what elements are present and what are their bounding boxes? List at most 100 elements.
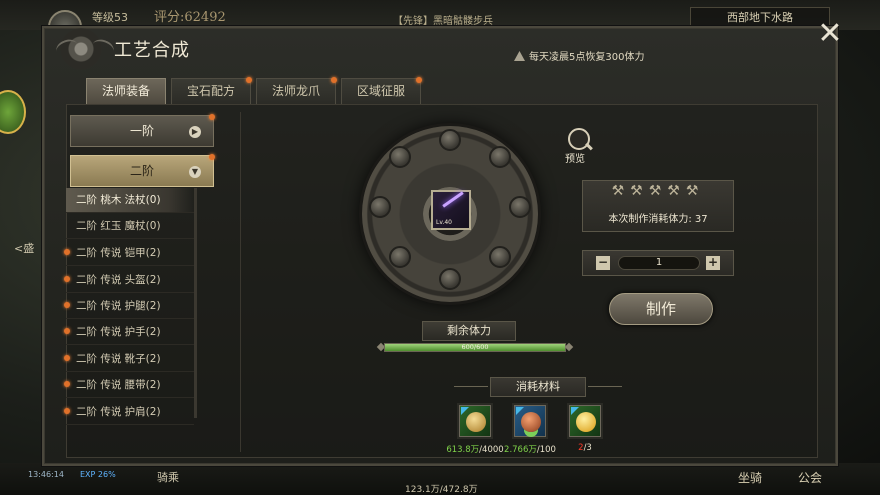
tier-1-header[interactable]: 一阶 ▶ [70,114,215,147]
staff-icon [442,191,464,208]
notification-dot [64,381,70,387]
recipe-label: 二阶 传说 护肩(2) [76,406,161,418]
wheel-socket [439,129,461,151]
materials-header: 消耗材料 [490,377,586,397]
tab-mage-equipment[interactable]: 法师装备 [86,78,166,104]
chevron-down-icon: ▼ [189,166,201,178]
currency-text: 123.1万/472.8万 [405,485,478,495]
notification-dot [64,355,70,361]
wheel-socket [389,246,411,268]
warning-icon [514,51,525,61]
stamina-notice-text: 每天凌晨5点恢复300体力 [529,52,645,63]
exp-text: EXP 26% [80,470,116,479]
wheel-socket [509,196,531,218]
title-emblem-icon [50,28,117,70]
emblem-wing-left [53,36,81,60]
magnifier-icon[interactable] [568,128,590,150]
stamina-value: 600/600 [461,343,489,351]
gold-nugget-icon [576,412,596,432]
recipe-label: 二阶 传说 护手(2) [76,326,161,338]
recipe-item[interactable]: 二阶 传说 靴子(2) [64,347,194,372]
tools-icon: ⚒⚒⚒⚒⚒ [611,183,705,199]
divider [240,112,241,452]
wheel-socket [389,146,411,168]
increase-button[interactable]: + [706,256,720,270]
emblem-wing-right [89,36,117,60]
ore-icon [521,412,541,432]
stamina-notice: 每天凌晨5点恢复300体力 [514,48,644,63]
recipe-label: 二阶 传说 护腿(2) [76,300,161,312]
recipe-item[interactable]: 二阶 传说 护手(2) [64,320,194,345]
recipe-item[interactable]: 二阶 传说 护腿(2) [64,294,194,319]
tab-region-conquest[interactable]: 区域征服 [341,77,422,104]
stamina-label: 剩余体力 [422,321,516,341]
wheel-socket [439,268,461,290]
recipe-item[interactable]: 二阶 红玉 魔杖(0) [66,214,194,239]
tier-label: 二阶 [129,164,154,178]
crafting-panel: 工艺合成 每天凌晨5点恢复300体力 法师装备 宝石配方 法师龙爪 区域征服 一… [42,26,838,466]
material-slot[interactable] [567,403,603,439]
close-icon[interactable]: ✕ [815,19,845,50]
chevron-right-icon: ▶ [189,126,201,138]
tier-2-header[interactable]: 二阶 ▼ [70,154,215,187]
side-hint-text: <盛 [14,242,35,255]
notification-dot [331,77,337,83]
notification-dot [416,77,422,83]
craft-button[interactable]: 制作 [609,293,713,325]
divider [454,386,488,387]
ride-button[interactable]: 坐骑 [738,469,762,486]
notification-dot [64,276,70,282]
preview-button[interactable]: 预览 [565,150,585,165]
quest-tracker[interactable]: 【先锋】黑暗骷髅步兵 [393,12,493,27]
stamina-cost-text: 本次制作消耗体力: 37 [608,214,708,225]
tab-mage-dragon-claw[interactable]: 法师龙爪 [256,77,337,104]
badge-icon [516,407,524,415]
material-have: 2.766万 [504,445,537,455]
recipe-label: 二阶 传说 头盔(2) [76,274,161,286]
recipe-label: 二阶 红玉 魔杖(0) [76,220,161,232]
tab-label: 宝石配方 [186,84,235,98]
mount-label[interactable]: 骑乘 [157,469,179,485]
wheel-socket [489,146,511,168]
notification-dot [64,408,70,414]
badge-icon [571,407,579,415]
recipe-item[interactable]: 二阶 桃木 法杖(0) [66,188,194,213]
recipe-item[interactable]: 二阶 传说 头盔(2) [64,268,194,293]
recipe-label: 二阶 传说 腰带(2) [76,379,161,391]
notification-dot [246,77,252,83]
quantity-field[interactable]: 1 [618,256,700,270]
material-slot[interactable] [512,403,548,439]
tab-label: 法师龙爪 [271,84,320,98]
tab-gem-recipes[interactable]: 宝石配方 [171,77,252,104]
guild-button[interactable]: 公会 [798,469,822,486]
material-slot[interactable] [457,403,493,439]
divider [588,386,622,387]
notification-dot [209,154,215,160]
notification-dot [64,328,70,334]
recipe-item[interactable]: 二阶 传说 铠甲(2) [64,241,194,266]
player-score: 评分:62492 [154,10,226,25]
recipe-label: 二阶 传说 铠甲(2) [76,247,161,259]
notification-dot [209,114,215,120]
list-scrollbar[interactable] [194,188,197,418]
panel-title: 工艺合成 [114,40,190,61]
recipe-label: 二阶 传说 靴子(2) [76,353,161,365]
notification-dot [64,249,70,255]
recipe-item[interactable]: 二阶 传说 护肩(2) [64,400,194,425]
decrease-button[interactable]: − [596,256,610,270]
notification-dot [64,302,70,308]
player-level: 等级53 [92,11,128,24]
badge-icon [461,407,469,415]
wheel-socket [369,196,391,218]
event-badge-icon[interactable] [0,90,26,134]
clock-text: 13:46:14 [28,470,64,479]
tab-label: 法师装备 [101,84,150,98]
recipe-item[interactable]: 二阶 传说 腰带(2) [64,373,194,398]
target-item-slot[interactable]: Lv.40 [431,190,471,230]
tier-label: 一阶 [129,124,154,138]
recipe-label: 二阶 桃木 法杖(0) [76,194,161,206]
material-have: 613.8万 [446,445,480,455]
material-count: 2/3 [550,443,620,453]
item-level: Lv.40 [436,219,452,226]
gold-coin-icon [466,412,486,432]
